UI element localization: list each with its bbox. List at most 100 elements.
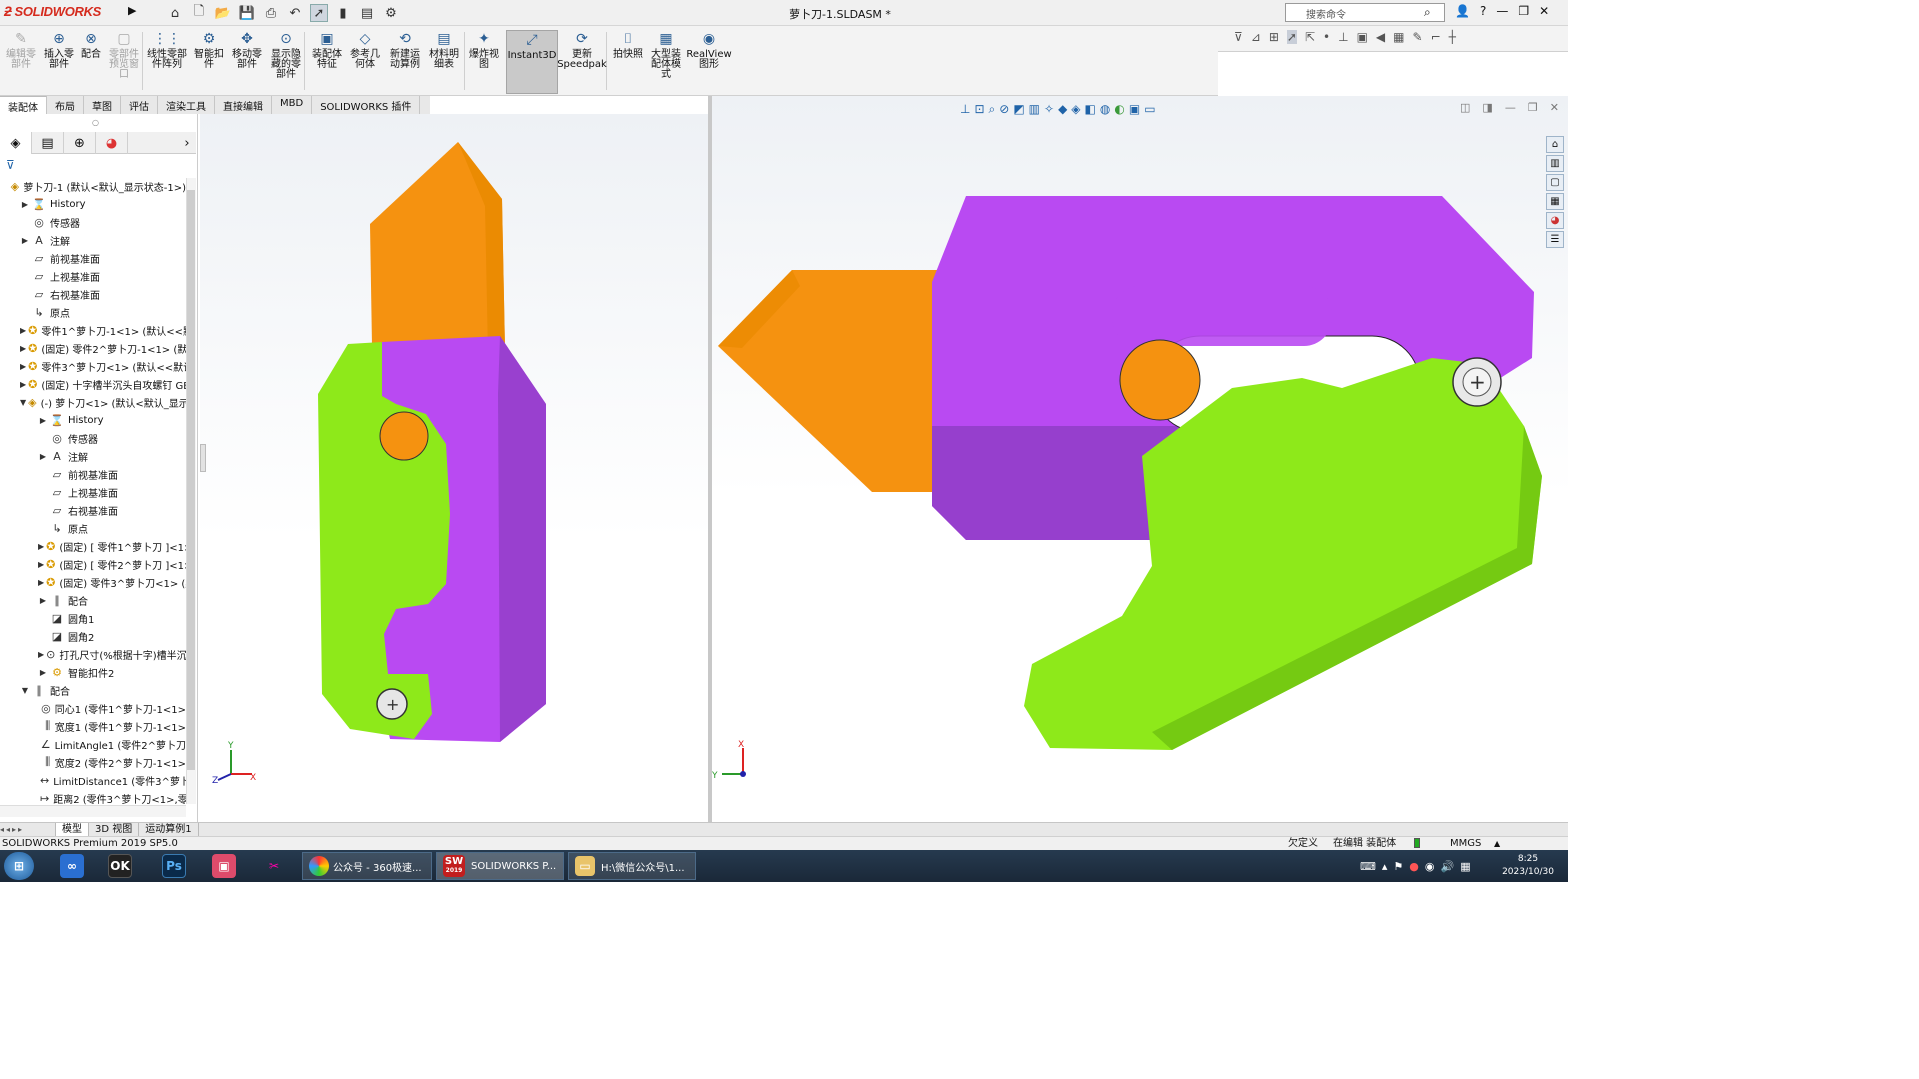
- expand-toggle-icon[interactable]: ▶: [38, 560, 44, 569]
- video-app-icon[interactable]: ▣: [212, 854, 236, 878]
- select-arrow-icon[interactable]: ➚: [1286, 30, 1297, 44]
- hide-show-icon[interactable]: ◧: [1085, 102, 1096, 116]
- display-style-icon[interactable]: ◈: [1071, 102, 1080, 116]
- ribbon-button-11[interactable]: ▤ 材料明 细表: [428, 30, 460, 94]
- view-palette-icon[interactable]: ▦: [1546, 193, 1564, 210]
- zoom-area-icon[interactable]: ⌕: [989, 102, 996, 117]
- sketch-icon[interactable]: ✎: [1413, 30, 1423, 44]
- instant-view-icon[interactable]: ✧: [1044, 102, 1054, 116]
- rebuild-indicator-icon[interactable]: [1414, 838, 1420, 848]
- dimension-icon[interactable]: ⌐: [1431, 30, 1441, 44]
- feature-tree-tab-icon[interactable]: ◈: [0, 132, 32, 154]
- ribbon-button-1[interactable]: ⊕ 插入零 部件: [42, 30, 76, 94]
- expand-toggle-icon[interactable]: ▶: [38, 578, 44, 587]
- expand-toggle-icon[interactable]: ▼: [20, 398, 26, 407]
- expand-toggle-icon[interactable]: ▶: [20, 236, 30, 245]
- edit-appearance-icon[interactable]: ◍: [1100, 102, 1110, 116]
- task-solidworks[interactable]: SW 2019 SOLIDWORKS P...: [436, 852, 564, 880]
- filter-faces-icon[interactable]: ⊞: [1269, 30, 1279, 44]
- tree-item[interactable]: ▱ 上视基准面: [0, 267, 186, 285]
- expand-toggle-icon[interactable]: ▶: [38, 452, 48, 461]
- tree-item[interactable]: ▱ 前视基准面: [0, 249, 186, 267]
- ribbon-button-16[interactable]: ▦ 大型装 配体模 式: [648, 30, 684, 94]
- view-origin-icon[interactable]: ⊥: [960, 102, 970, 116]
- panel-resize-handle[interactable]: [200, 444, 206, 472]
- section-view-icon[interactable]: ◩: [1013, 102, 1024, 116]
- expand-toggle-icon[interactable]: ▶: [38, 596, 48, 605]
- photoshop-icon[interactable]: Ps: [162, 854, 186, 878]
- tray-shield-icon[interactable]: ◉: [1425, 860, 1435, 873]
- tree-item[interactable]: ▶ ⌛ History: [0, 195, 186, 213]
- expand-toggle-icon[interactable]: ▶: [20, 362, 26, 371]
- tree-item[interactable]: ◎ 传感器: [0, 429, 186, 447]
- tree-item[interactable]: ▶ ⚙ 智能扣件2: [0, 663, 186, 681]
- vp-restore-icon[interactable]: ❐: [1528, 101, 1538, 114]
- tree-item[interactable]: ▱ 前视基准面: [0, 465, 186, 483]
- bottom-tab-2[interactable]: 运动算例1: [139, 823, 199, 837]
- panel-collapse-icon[interactable]: ○: [92, 118, 99, 127]
- ribbon-button-13[interactable]: ⤢ Instant3D: [506, 30, 558, 94]
- tree-item[interactable]: ↳ 原点: [0, 303, 186, 321]
- expand-toggle-icon[interactable]: ▶: [20, 200, 30, 209]
- tree-item[interactable]: ◎ 同心1 (零件1^萝卜刀-1<1>: [0, 699, 186, 717]
- options-gear-icon[interactable]: ⚙: [382, 4, 400, 22]
- close-icon[interactable]: ✕: [1539, 4, 1549, 18]
- tree-item[interactable]: ▶ ✪ 零件1^萝卜刀-1<1> (默认<<默: [0, 321, 186, 339]
- new-document-icon[interactable]: 🗋: [190, 4, 208, 22]
- tab-0[interactable]: 装配体: [0, 96, 47, 114]
- point-icon[interactable]: •: [1323, 30, 1330, 44]
- filter-icon[interactable]: ⊽: [1234, 30, 1243, 44]
- print-icon[interactable]: ⎙: [262, 4, 280, 22]
- save-icon[interactable]: 💾: [238, 4, 256, 22]
- apply-scene-icon[interactable]: ◐: [1114, 102, 1124, 116]
- ribbon-button-14[interactable]: ⟳ 更新 Speedpak: [557, 30, 607, 94]
- paint-tool-icon[interactable]: ✂: [262, 854, 286, 878]
- custom-properties-icon[interactable]: ☰: [1546, 231, 1564, 248]
- viewport-right[interactable]: + X Y: [712, 96, 1568, 822]
- view-orientation-icon[interactable]: ◆: [1058, 102, 1067, 116]
- ribbon-button-5[interactable]: ⚙ 智能扣 件: [192, 30, 226, 94]
- axis-icon[interactable]: ⊥: [1338, 30, 1348, 44]
- restore-icon[interactable]: ❐: [1518, 4, 1529, 18]
- keyboard-icon[interactable]: ⌨: [1360, 860, 1376, 873]
- menu-expand-icon[interactable]: ▶: [128, 4, 142, 22]
- open-icon[interactable]: 📂: [214, 4, 232, 22]
- tile-left-icon[interactable]: ◫: [1460, 101, 1470, 114]
- traffic-light-icon[interactable]: ▮: [334, 4, 352, 22]
- home-icon[interactable]: ⌂: [166, 4, 184, 22]
- tree-item[interactable]: ◈ 萝卜刀-1 (默认<默认_显示状态-1>): [0, 177, 186, 195]
- tree-item[interactable]: ▼ ◈ (-) 萝卜刀<1> (默认<默认_显示: [0, 393, 186, 411]
- tree-filter[interactable]: ⊽: [0, 156, 196, 176]
- solidworks-logo[interactable]: ƻ SOLIDWORKS: [4, 3, 126, 23]
- panel-more-icon[interactable]: ›: [178, 132, 196, 154]
- tree-item[interactable]: ▶ ⌛ History: [0, 411, 186, 429]
- tree-item[interactable]: ⫼ 宽度2 (零件2^萝卜刀-1<1>: [0, 753, 186, 771]
- status-units[interactable]: MMGS: [1450, 837, 1481, 850]
- expand-toggle-icon[interactable]: ▶: [38, 668, 48, 677]
- monitor-icon[interactable]: ▭: [1144, 102, 1155, 116]
- tree-item[interactable]: ▶ ✪ (固定) [ 零件1^萝卜刀 ]<1>: [0, 537, 186, 555]
- ribbon-button-15[interactable]: ⌷ 拍快照: [612, 30, 644, 94]
- ribbon-button-12[interactable]: ✦ 爆炸视 图: [466, 30, 502, 94]
- tab-6[interactable]: MBD: [272, 96, 313, 114]
- expand-toggle-icon[interactable]: ▶: [20, 344, 26, 353]
- orange-blade-part[interactable]: [370, 142, 505, 354]
- tree-item[interactable]: ◪ 圆角1: [0, 609, 186, 627]
- task-browser[interactable]: 公众号 - 360极速...: [302, 852, 432, 880]
- expand-toggle-icon[interactable]: ▼: [20, 686, 30, 695]
- vp-close-icon[interactable]: ✕: [1550, 101, 1559, 114]
- tree-item[interactable]: ▶ ✪ (固定) [ 零件2^萝卜刀 ]<1>: [0, 555, 186, 573]
- bottom-tab-0[interactable]: 模型: [56, 823, 89, 837]
- minimize-icon[interactable]: —: [1496, 4, 1508, 18]
- tree-item[interactable]: ↔ LimitDistance1 (零件3^萝卜: [0, 771, 186, 789]
- user-icon[interactable]: 👤: [1455, 4, 1470, 18]
- tree-item[interactable]: ▶ ✪ (固定) 十字槽半沉头自攻螺钉 GB: [0, 375, 186, 393]
- ribbon-button-9[interactable]: ◇ 参考几 何体: [348, 30, 382, 94]
- view-settings-icon[interactable]: ▣: [1129, 102, 1140, 116]
- start-button-icon[interactable]: ⊞: [4, 852, 34, 880]
- units-arrow-icon[interactable]: ▲: [1494, 837, 1500, 850]
- dynamic-annotation-icon[interactable]: ▥: [1029, 102, 1040, 116]
- plane-select-icon[interactable]: ▣: [1357, 30, 1368, 44]
- tree-item[interactable]: ▼ ∥ 配合: [0, 681, 186, 699]
- ribbon-button-7[interactable]: ⊙ 显示隐 藏的零 部件: [268, 30, 304, 94]
